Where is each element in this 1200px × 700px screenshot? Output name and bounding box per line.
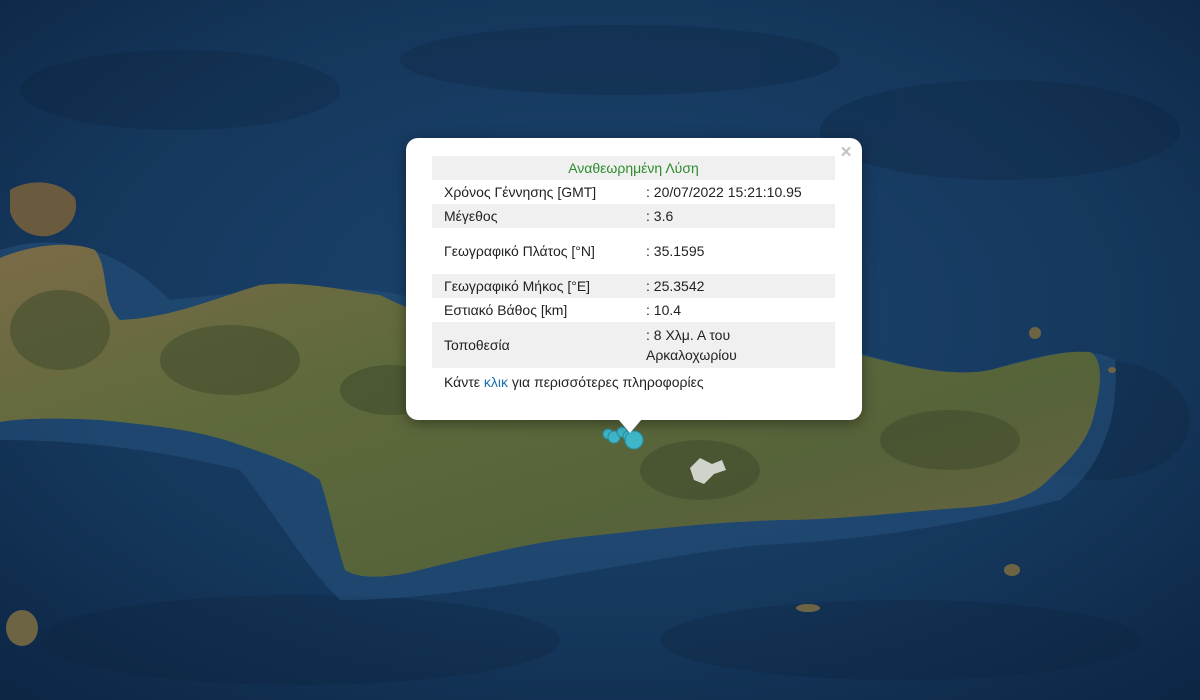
close-icon[interactable]: × [838, 143, 854, 162]
longitude-value: : 25.3542 [632, 274, 835, 298]
magnitude-value: : 3.6 [632, 204, 835, 228]
more-info-link[interactable]: κλικ [484, 374, 508, 390]
location-label: Τοποθεσία [432, 322, 632, 368]
more-info-prefix: Κάντε [444, 374, 484, 390]
table-row: Γεωγραφικό Μήκος [°E] : 25.3542 [432, 274, 835, 298]
table-row: Μέγεθος : 3.6 [432, 204, 835, 228]
popup-tip [618, 419, 642, 433]
depth-value: : 10.4 [646, 302, 682, 318]
location-value: : 8 Χλμ. Α του Αρκαλοχωρίου [632, 322, 835, 368]
longitude-label: Γεωγραφικό Μήκος [°E] [432, 274, 632, 298]
popup-title: Αναθεωρημένη Λύση [432, 156, 835, 180]
table-row: Εστιακό Βάθος [km] : 10.4 [432, 298, 835, 322]
table-row: Τοποθεσία : 8 Χλμ. Α του Αρκαλοχωρίου [432, 322, 835, 368]
more-info-text: Κάντε κλικ για περισσότερες πληροφορίες [432, 368, 835, 392]
depth-label: Εστιακό Βάθος [km] [444, 302, 568, 318]
latitude-label: Γεωγραφικό Πλάτος [°N] [444, 243, 595, 259]
origin-time-value: : 20/07/2022 15:21:10.95 [646, 184, 802, 200]
earthquake-info-popup: × Αναθεωρημένη Λύση Χρόνος Γέννησης [GMT… [406, 138, 862, 420]
earthquake-details-table: Χρόνος Γέννησης [GMT] : 20/07/2022 15:21… [432, 180, 835, 368]
origin-time-label: Χρόνος Γέννησης [GMT] [444, 184, 597, 200]
latitude-value: : 35.1595 [646, 243, 705, 259]
more-info-suffix: για περισσότερες πληροφορίες [508, 374, 704, 390]
popup-content: Αναθεωρημένη Λύση Χρόνος Γέννησης [GMT] … [432, 156, 835, 392]
quake-marker-main[interactable] [624, 430, 644, 450]
magnitude-label: Μέγεθος [432, 204, 632, 228]
table-row: Χρόνος Γέννησης [GMT] : 20/07/2022 15:21… [432, 180, 835, 204]
table-row: Γεωγραφικό Πλάτος [°N] : 35.1595 [432, 228, 835, 274]
